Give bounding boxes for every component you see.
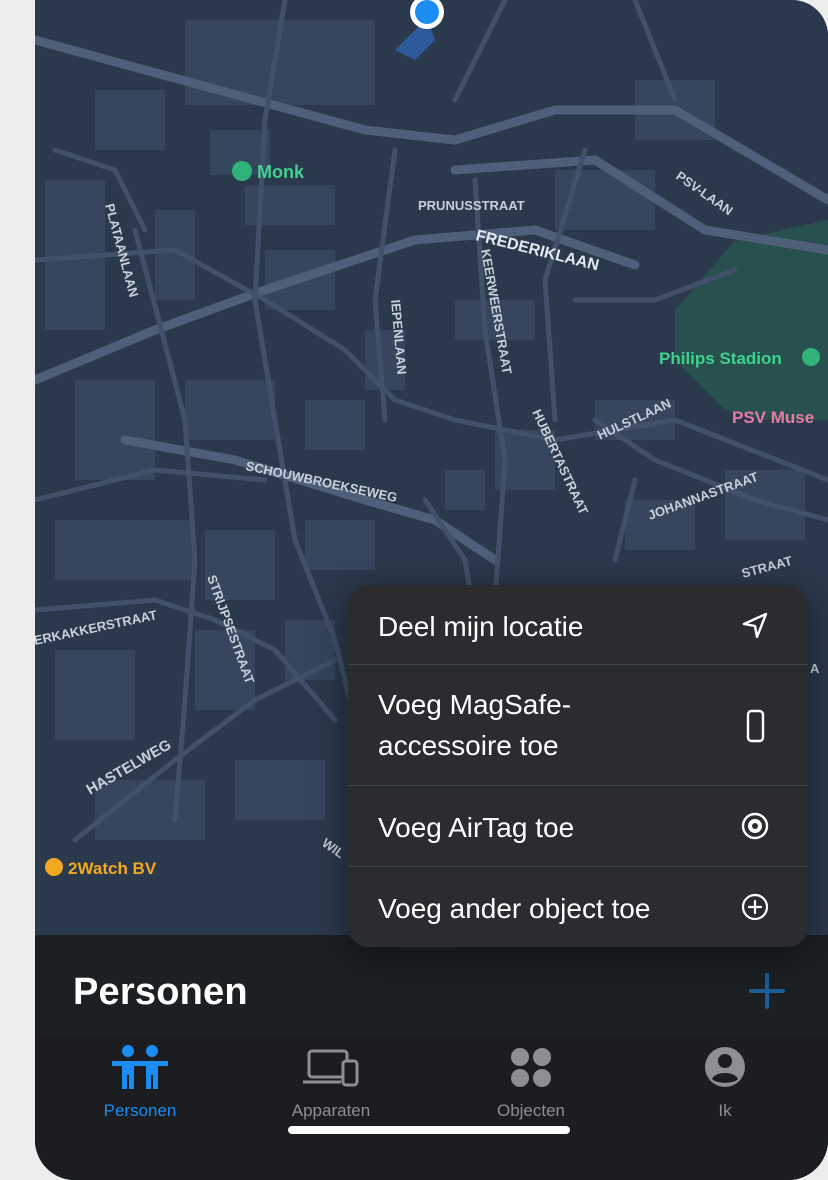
tab-bar: Personen Apparaten Objecten Ik — [35, 1035, 828, 1180]
menu-item-add-airtag[interactable]: Voeg AirTag toe — [348, 786, 808, 867]
home-indicator[interactable] — [288, 1126, 570, 1134]
objects-icon — [507, 1045, 555, 1094]
menu-item-add-other[interactable]: Voeg ander object toe — [348, 867, 808, 947]
stadium-poi-icon — [802, 348, 820, 366]
tab-label-objecten: Objecten — [496, 1101, 566, 1120]
poi-2watch[interactable]: 2Watch BV — [68, 859, 157, 878]
menu-item-add-magsafe[interactable]: Voeg MagSafe- accessoire toe — [348, 665, 808, 786]
menu-item-share-location[interactable]: Deel mijn locatie — [348, 585, 808, 665]
tab-ik[interactable]: Ik — [645, 1035, 805, 1145]
add-button[interactable] — [747, 971, 787, 1011]
user-location-dot — [415, 0, 439, 24]
airtag-icon — [740, 811, 770, 848]
tab-label-personen: Personen — [103, 1101, 177, 1120]
menu-label-magsafe-line1: Voeg MagSafe- — [378, 689, 572, 720]
add-menu: Deel mijn locatie Voeg MagSafe- accessoi… — [348, 585, 808, 947]
location-arrow-icon — [740, 611, 770, 648]
tab-label-apparaten: Apparaten — [291, 1101, 371, 1120]
sheet-title: Personen — [73, 971, 248, 1013]
shop-poi-icon — [45, 858, 63, 876]
plus-circle-icon — [740, 892, 770, 929]
menu-label-magsafe-line2: accessoire toe — [378, 730, 559, 761]
poi-philips-stadion[interactable]: Philips Stadion — [659, 349, 782, 368]
phone-icon — [740, 709, 770, 750]
monk-poi-icon — [232, 161, 252, 181]
phone-screen: Monk Philips Stadion PSV Muse 2Watch BV … — [35, 0, 828, 1180]
people-icon — [108, 1045, 172, 1094]
devices-icon — [299, 1045, 363, 1094]
street-a-right: A — [810, 661, 820, 676]
menu-label-add-other: Voeg ander object toe — [378, 893, 651, 924]
tab-personen[interactable]: Personen — [60, 1035, 220, 1145]
person-circle-icon — [703, 1045, 747, 1094]
poi-psv-museum[interactable]: PSV Muse — [732, 408, 814, 427]
street-prunusstraat: PRUNUSSTRAAT — [418, 198, 525, 213]
poi-monk[interactable]: Monk — [257, 162, 305, 182]
menu-label-airtag: Voeg AirTag toe — [378, 812, 575, 843]
menu-label-share-location: Deel mijn locatie — [378, 611, 584, 642]
tab-label-ik: Ik — [718, 1101, 732, 1120]
